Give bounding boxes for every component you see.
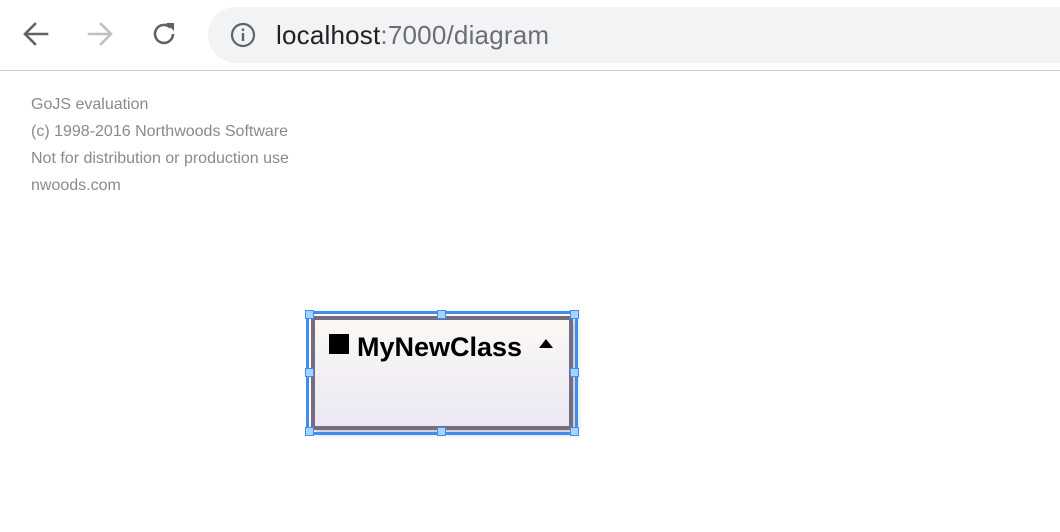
- collapse-triangle-icon[interactable]: [539, 339, 553, 348]
- browser-toolbar: localhost:7000/diagram: [0, 0, 1060, 71]
- resize-handle-right[interactable]: [570, 368, 579, 377]
- resize-handle-bottom-left[interactable]: [305, 427, 314, 436]
- resize-handle-bottom-right[interactable]: [570, 427, 579, 436]
- url-host: localhost: [276, 20, 381, 50]
- resize-handle-top-left[interactable]: [305, 310, 314, 319]
- resize-handle-top-right[interactable]: [570, 310, 579, 319]
- watermark-line: Not for distribution or production use: [31, 150, 289, 167]
- resize-handle-bottom[interactable]: [437, 427, 446, 436]
- forward-button[interactable]: [80, 14, 120, 54]
- info-icon[interactable]: [230, 22, 256, 48]
- resize-handle-left[interactable]: [305, 368, 314, 377]
- reload-icon: [153, 23, 175, 45]
- class-node[interactable]: MyNewClass: [311, 316, 573, 430]
- arrow-left-icon: [23, 22, 49, 46]
- watermark-line: (c) 1998-2016 Northwoods Software: [31, 123, 289, 140]
- gojs-watermark: GoJS evaluation (c) 1998-2016 Northwoods…: [31, 91, 289, 199]
- watermark-line: GoJS evaluation: [31, 96, 149, 113]
- back-button[interactable]: [16, 14, 56, 54]
- resize-handle-top[interactable]: [437, 310, 446, 319]
- square-icon: [329, 334, 349, 354]
- watermark-line: nwoods.com: [31, 177, 121, 194]
- url-text[interactable]: localhost:7000/diagram: [276, 20, 549, 50]
- url-path: :7000/diagram: [380, 20, 550, 50]
- node-title[interactable]: MyNewClass: [357, 332, 522, 362]
- reload-button[interactable]: [144, 14, 184, 54]
- address-bar[interactable]: localhost:7000/diagram: [208, 7, 1060, 63]
- arrow-right-icon: [87, 22, 113, 46]
